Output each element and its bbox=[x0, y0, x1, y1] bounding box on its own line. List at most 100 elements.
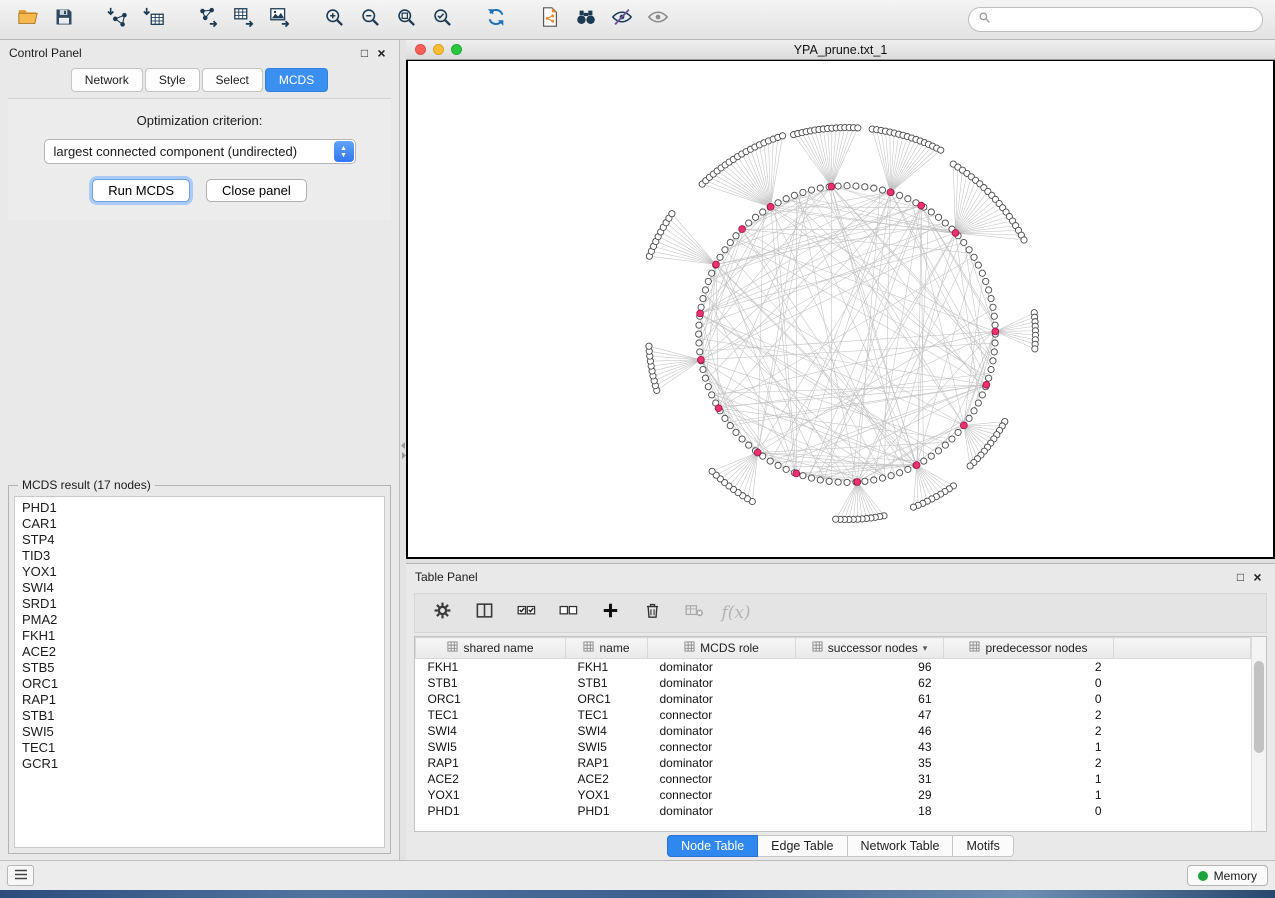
table-row[interactable]: FKH1FKH1dominator962 bbox=[416, 659, 1251, 675]
export-image-button[interactable] bbox=[264, 5, 296, 35]
settings-gear-button[interactable] bbox=[429, 600, 455, 626]
table-cell[interactable]: PHD1 bbox=[566, 803, 648, 819]
mcds-result-item[interactable]: FKH1 bbox=[22, 628, 377, 644]
table-cell[interactable]: SWI5 bbox=[416, 739, 566, 755]
table-cell[interactable]: 46 bbox=[796, 723, 944, 739]
table-cell[interactable]: YOX1 bbox=[416, 787, 566, 803]
table-cell[interactable]: dominator bbox=[648, 755, 796, 771]
panel-menu-button[interactable] bbox=[7, 865, 34, 886]
export-table-button[interactable] bbox=[228, 5, 260, 35]
table-scrollbar[interactable] bbox=[1251, 637, 1266, 831]
table-cell[interactable]: TEC1 bbox=[566, 707, 648, 723]
memory-button[interactable]: Memory bbox=[1187, 865, 1268, 886]
add-row-button[interactable] bbox=[597, 600, 623, 626]
column-header-shared-name[interactable]: shared name bbox=[416, 638, 566, 659]
table-cell[interactable]: ACE2 bbox=[566, 771, 648, 787]
table-cell[interactable]: TEC1 bbox=[416, 707, 566, 723]
maximize-window-icon[interactable] bbox=[451, 44, 462, 55]
mcds-result-item[interactable]: STP4 bbox=[22, 532, 377, 548]
table-cell[interactable]: 35 bbox=[796, 755, 944, 771]
table-cell[interactable]: 0 bbox=[944, 675, 1114, 691]
zoom-out-button[interactable] bbox=[354, 5, 386, 35]
scrollbar-thumb[interactable] bbox=[1254, 661, 1264, 753]
import-table-button[interactable] bbox=[138, 5, 170, 35]
hide-panels-button[interactable] bbox=[606, 5, 638, 35]
table-row[interactable]: ORC1ORC1dominator610 bbox=[416, 691, 1251, 707]
mcds-result-item[interactable]: YOX1 bbox=[22, 564, 377, 580]
float-panel-icon[interactable]: □ bbox=[356, 45, 373, 61]
column-header-name[interactable]: name bbox=[566, 638, 648, 659]
close-panel-icon[interactable]: × bbox=[373, 45, 390, 61]
table-row[interactable]: TEC1TEC1connector472 bbox=[416, 707, 1251, 723]
table-cell[interactable]: dominator bbox=[648, 803, 796, 819]
tab-network[interactable]: Network bbox=[71, 68, 143, 92]
mcds-result-item[interactable]: ORC1 bbox=[22, 676, 377, 692]
close-window-icon[interactable] bbox=[415, 44, 426, 55]
table-cell[interactable]: SWI4 bbox=[566, 723, 648, 739]
optimization-criterion-dropdown[interactable]: largest connected component (undirected)… bbox=[44, 139, 356, 164]
mcds-result-item[interactable]: GCR1 bbox=[22, 756, 377, 772]
mcds-result-item[interactable]: SWI5 bbox=[22, 724, 377, 740]
select-all-button[interactable] bbox=[513, 600, 539, 626]
table-cell[interactable]: connector bbox=[648, 787, 796, 803]
table-cell[interactable]: ACE2 bbox=[416, 771, 566, 787]
table-row[interactable]: STB1STB1dominator620 bbox=[416, 675, 1251, 691]
network-canvas[interactable] bbox=[406, 60, 1275, 559]
zoom-in-button[interactable] bbox=[318, 5, 350, 35]
table-cell[interactable]: FKH1 bbox=[566, 659, 648, 675]
table-cell[interactable]: RAP1 bbox=[566, 755, 648, 771]
mcds-result-item[interactable]: SWI4 bbox=[22, 580, 377, 596]
table-cell[interactable]: SWI5 bbox=[566, 739, 648, 755]
table-cell[interactable]: 0 bbox=[944, 803, 1114, 819]
table-cell[interactable]: connector bbox=[648, 707, 796, 723]
table-cell[interactable]: STB1 bbox=[416, 675, 566, 691]
mcds-result-list[interactable]: PHD1CAR1STP4TID3YOX1SWI4SRD1PMA2FKH1ACE2… bbox=[14, 496, 385, 848]
table-row[interactable]: ACE2ACE2connector311 bbox=[416, 771, 1251, 787]
table-cell[interactable]: 2 bbox=[944, 659, 1114, 675]
table-cell[interactable]: dominator bbox=[648, 691, 796, 707]
table-cell[interactable]: dominator bbox=[648, 659, 796, 675]
table-row[interactable]: RAP1RAP1dominator352 bbox=[416, 755, 1251, 771]
column-header-MCDS-role[interactable]: MCDS role bbox=[648, 638, 796, 659]
table-cell[interactable]: 29 bbox=[796, 787, 944, 803]
table-row[interactable]: YOX1YOX1connector291 bbox=[416, 787, 1251, 803]
table-cell[interactable]: PHD1 bbox=[416, 803, 566, 819]
column-layout-button[interactable] bbox=[471, 600, 497, 626]
open-folder-button[interactable] bbox=[12, 5, 44, 35]
zoom-fit-button[interactable] bbox=[390, 5, 422, 35]
mcds-result-item[interactable]: STB1 bbox=[22, 708, 377, 724]
column-header-successor-nodes[interactable]: successor nodes▾ bbox=[796, 638, 944, 659]
export-network-button[interactable] bbox=[192, 5, 224, 35]
table-cell[interactable]: 1 bbox=[944, 739, 1114, 755]
table-cell[interactable]: ORC1 bbox=[416, 691, 566, 707]
sort-arrow-icon[interactable]: ▾ bbox=[923, 643, 928, 654]
mcds-result-item[interactable]: PHD1 bbox=[22, 500, 377, 516]
table-row[interactable]: SWI5SWI5connector431 bbox=[416, 739, 1251, 755]
table-cell[interactable]: SWI4 bbox=[416, 723, 566, 739]
table-cell[interactable]: 96 bbox=[796, 659, 944, 675]
mcds-result-item[interactable]: CAR1 bbox=[22, 516, 377, 532]
tab-style[interactable]: Style bbox=[145, 68, 200, 92]
network-graph[interactable] bbox=[408, 61, 1273, 557]
deselect-all-button[interactable] bbox=[555, 600, 581, 626]
table-cell[interactable]: dominator bbox=[648, 675, 796, 691]
tab-edge-table[interactable]: Edge Table bbox=[758, 835, 847, 857]
search-network-button[interactable] bbox=[570, 5, 602, 35]
table-cell[interactable]: 61 bbox=[796, 691, 944, 707]
table-cell[interactable]: 2 bbox=[944, 707, 1114, 723]
mcds-result-item[interactable]: RAP1 bbox=[22, 692, 377, 708]
tab-select[interactable]: Select bbox=[202, 68, 263, 92]
table-cell[interactable]: 43 bbox=[796, 739, 944, 755]
run-mcds-button[interactable]: Run MCDS bbox=[92, 179, 190, 202]
table-cell[interactable]: 47 bbox=[796, 707, 944, 723]
mcds-result-item[interactable]: ACE2 bbox=[22, 644, 377, 660]
table-cell[interactable]: YOX1 bbox=[566, 787, 648, 803]
network-titlebar[interactable]: YPA_prune.txt_1 bbox=[406, 40, 1275, 60]
search-box[interactable] bbox=[968, 7, 1263, 32]
tab-network-table[interactable]: Network Table bbox=[848, 835, 954, 857]
mcds-result-item[interactable]: PMA2 bbox=[22, 612, 377, 628]
refresh-layout-button[interactable] bbox=[480, 5, 512, 35]
tab-node-table[interactable]: Node Table bbox=[667, 835, 758, 857]
mcds-result-item[interactable]: TID3 bbox=[22, 548, 377, 564]
table-cell[interactable]: 62 bbox=[796, 675, 944, 691]
